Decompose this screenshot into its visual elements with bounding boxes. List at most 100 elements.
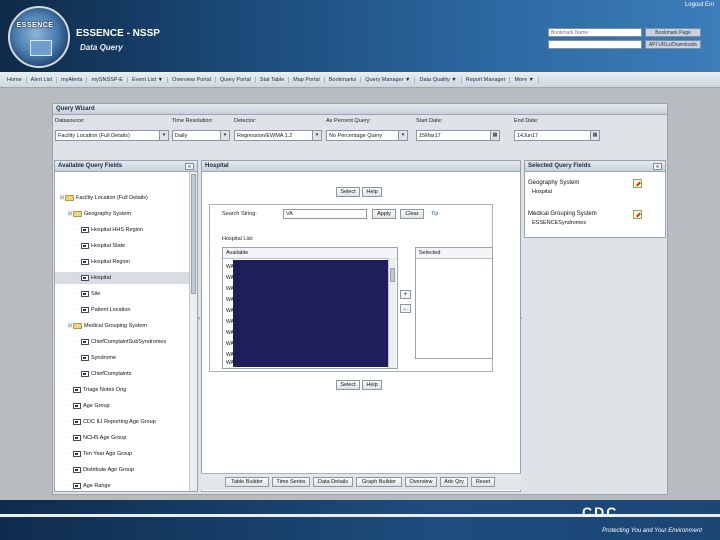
left-scrollbar[interactable] <box>189 172 197 491</box>
clear-button[interactable]: Clear <box>400 209 424 219</box>
tree-item-age-group[interactable]: · Age Group <box>67 400 110 412</box>
expand-right-button[interactable]: » <box>653 163 662 170</box>
time-series-button[interactable]: Time Series <box>272 477 310 487</box>
percent-query-select[interactable]: No Percentage Query ▾ <box>326 130 408 141</box>
start-date-input[interactable]: 15Mar17 ▦ <box>416 130 500 141</box>
graph-builder-button[interactable]: Graph Builder <box>356 477 402 487</box>
tree-item-label: Patient Location <box>91 307 131 313</box>
end-date-label: End Date: <box>514 118 539 124</box>
help-button-bottom[interactable]: Help <box>362 380 382 390</box>
nav-myalerts[interactable]: myAlerts <box>57 76 88 83</box>
left-scrollbar-thumb[interactable] <box>191 174 196 294</box>
nav-bookmarks[interactable]: Bookmarks <box>325 76 362 83</box>
tree-item-ten-year-age-group[interactable]: · Ten Year Age Group <box>67 448 132 460</box>
field-icon <box>73 434 81 441</box>
nav-event-list[interactable]: Event List ▼ <box>128 76 169 83</box>
selected-list[interactable]: Selected <box>415 247 493 359</box>
list-item[interactable]: WA <box>226 308 234 314</box>
list-item[interactable]: WA <box>226 275 234 281</box>
list-item[interactable]: WA <box>226 319 234 325</box>
bookmark-name-input[interactable]: Bookmark Name <box>548 28 642 37</box>
tree-item-hospital-hhs-region[interactable]: · Hospital HHS Region <box>75 224 143 236</box>
select-button-bottom[interactable]: Select <box>336 380 360 390</box>
calendar-icon[interactable]: ▦ <box>590 131 599 140</box>
chevron-down-icon: ▾ <box>398 131 407 140</box>
nav-home[interactable]: Home <box>3 76 27 83</box>
list-item[interactable]: WA <box>226 352 234 358</box>
bookmark-secondary-input[interactable] <box>548 40 642 49</box>
detector-select[interactable]: Regression/EWMA 1.2 ▾ <box>234 130 322 141</box>
tree-item-cdc-ili-age-group[interactable]: · CDC ILI Reporting Age Group <box>67 416 156 428</box>
available-query-fields-title: Available Query Fields « <box>55 161 197 172</box>
tree-item-label: Syndrome <box>91 355 117 361</box>
tree-item-geography-system[interactable]: ⊟ Geography System <box>67 208 131 220</box>
data-details-button[interactable]: Data Details <box>313 477 353 487</box>
tree-item-distribute-age-group[interactable]: · Distribute Age Group <box>67 464 134 476</box>
left-splitter-handle[interactable]: ‹ <box>198 316 200 322</box>
tree-item-medical-grouping-system[interactable]: ⊟ Medical Grouping System <box>67 320 147 332</box>
tree-item-chiefcomplaints[interactable]: · ChiefComplaints <box>75 368 131 380</box>
calendar-icon[interactable]: ▦ <box>490 131 499 140</box>
search-string-input[interactable]: VA <box>283 209 367 219</box>
footer-tagline: Protecting You and Your Environment <box>602 528 702 534</box>
tree-item-syndrome[interactable]: · Syndrome <box>75 352 116 364</box>
tree-item-nchs-age-group[interactable]: · NCHS Age Group <box>67 432 126 444</box>
tree-item-triage-notes-orig[interactable]: · Triage Notes Orig <box>67 384 126 396</box>
field-icon <box>81 258 89 265</box>
edit-icon[interactable] <box>633 179 642 188</box>
folder-icon <box>73 322 82 329</box>
list-item[interactable]: WA <box>226 264 234 270</box>
tree-item-hospital[interactable]: · Hospital <box>55 272 189 284</box>
nav-stat-table[interactable]: Stat Table <box>256 76 290 83</box>
tree-item-hospital-region[interactable]: · Hospital Region <box>75 256 130 268</box>
table-builder-button[interactable]: Table Builder <box>225 477 269 487</box>
overview-button[interactable]: Overview <box>405 477 437 487</box>
help-button-top[interactable]: Help <box>362 187 382 197</box>
nav-myessence[interactable]: mySNSSP-E <box>87 76 128 83</box>
available-list-scrollbar[interactable] <box>388 258 396 368</box>
list-item[interactable]: WA <box>226 297 234 303</box>
nav-overview-portal[interactable]: Overview Portal <box>168 76 216 83</box>
time-resolution-label: Time Resolution: <box>172 118 214 124</box>
reset-button[interactable]: Reset <box>471 477 495 487</box>
available-list-selection[interactable] <box>233 260 388 367</box>
selected-list-header: Selected <box>416 248 492 259</box>
nav-query-portal[interactable]: Query Portal <box>216 76 256 83</box>
tip-link[interactable]: Tip <box>431 211 438 217</box>
tree-item-patient-location[interactable]: · Patient Location <box>75 304 130 316</box>
collapse-left-button[interactable]: « <box>185 163 194 170</box>
bookmark-page-button[interactable]: Bookmark Page <box>645 28 701 37</box>
datasource-select[interactable]: Facility Location (Full Details) ▾ <box>55 130 169 141</box>
end-date-input[interactable]: 14Jun17 ▦ <box>514 130 600 141</box>
adv-qry-button[interactable]: Adv Qry <box>440 477 468 487</box>
tree-item-facility-location[interactable]: ⊟ Facility Location (Full Details) <box>59 192 148 204</box>
tree-item-label: Age Group <box>83 403 110 409</box>
nav-more[interactable]: More ▼ <box>510 76 539 83</box>
tree-item-age-range[interactable]: · Age Range <box>67 480 111 491</box>
nav-alert-list[interactable]: Alert List <box>27 76 58 83</box>
add-arrow-button[interactable]: + <box>400 290 411 299</box>
api-urls-button[interactable]: API URLs/Downloads <box>645 40 701 49</box>
field-icon <box>81 226 89 233</box>
apply-button[interactable]: Apply <box>372 209 396 219</box>
select-button-top[interactable]: Select <box>336 187 360 197</box>
nav-data-quality[interactable]: Data Quality ▼ <box>415 76 462 83</box>
nav-map-portal[interactable]: Map Portal <box>289 76 325 83</box>
tree-item-chiefcomplaintsubsyndromes[interactable]: · ChiefComplaintSubSyndromes <box>75 336 166 348</box>
nav-report-manager[interactable]: Report Manager <box>462 76 511 83</box>
available-list-scroll-thumb[interactable] <box>390 268 395 282</box>
tree-item-label: Site <box>91 291 101 297</box>
time-resolution-select[interactable]: Daily ▾ <box>172 130 230 141</box>
action-bar: Table Builder Time Series Data Details G… <box>201 473 521 490</box>
remove-arrow-button[interactable]: ← <box>400 304 411 313</box>
edit-icon[interactable] <box>633 210 642 219</box>
list-item[interactable]: WA <box>226 330 234 336</box>
list-item[interactable]: WA <box>226 341 234 347</box>
list-item[interactable]: WA <box>226 360 234 366</box>
essence-logo <box>8 6 70 68</box>
list-item[interactable]: WA <box>226 286 234 292</box>
tree-item-hospital-state[interactable]: · Hospital State <box>75 240 125 252</box>
tree-item-site[interactable]: · Site <box>75 288 100 300</box>
logout-link[interactable]: Logout Em <box>685 2 714 8</box>
nav-query-manager[interactable]: Query Manager ▼ <box>361 76 416 83</box>
